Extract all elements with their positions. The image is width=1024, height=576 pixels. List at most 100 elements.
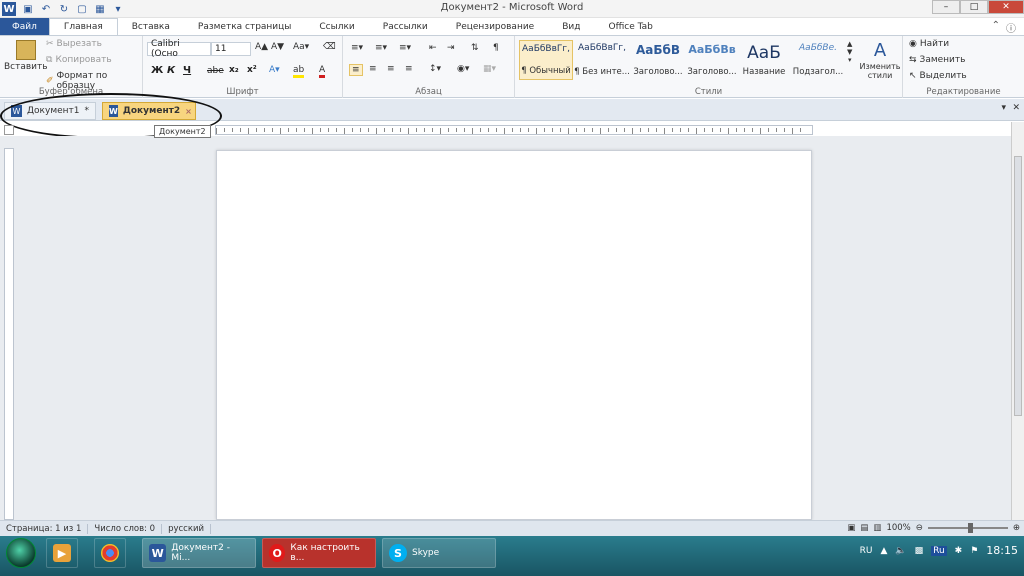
close-doc-icon[interactable]: ✕ xyxy=(1012,103,1020,113)
copy-icon: ⧉ xyxy=(46,55,53,65)
font-size-combo[interactable]: 11 xyxy=(211,42,251,56)
style-heading1[interactable]: АаБбВ Заголово... xyxy=(631,40,685,80)
tab-view[interactable]: Вид xyxy=(548,18,594,35)
bullets-button[interactable]: ≡▾ xyxy=(351,43,363,53)
taskbar-media-player[interactable]: ▶ xyxy=(46,538,78,568)
zoom-slider-knob[interactable] xyxy=(967,523,973,533)
view-reading-icon[interactable]: ▤ xyxy=(860,523,868,533)
taskbar-chrome[interactable] xyxy=(94,538,126,568)
close-tab-icon[interactable]: × xyxy=(185,107,192,116)
underline-button[interactable]: Ч xyxy=(183,65,191,76)
show-marks-button[interactable]: ¶ xyxy=(493,43,499,53)
multilevel-list-button[interactable]: ≡▾ xyxy=(399,43,411,53)
change-styles-button[interactable]: A Изменить стили xyxy=(859,40,901,80)
cut-button[interactable]: ✂ Вырезать xyxy=(46,39,102,49)
maximize-icon[interactable]: □ xyxy=(960,0,988,14)
tab-mailings[interactable]: Рассылки xyxy=(369,18,442,35)
align-left-button[interactable]: ≡ xyxy=(349,64,363,76)
select-button[interactable]: ↖ Выделить xyxy=(909,71,967,81)
zoom-level[interactable]: 100% xyxy=(886,523,910,533)
view-print-layout-icon[interactable]: ▣ xyxy=(847,523,855,533)
keyboard-layout-icon[interactable]: Ru xyxy=(931,545,947,556)
vertical-scrollbar[interactable] xyxy=(1011,122,1024,520)
zoom-out-icon[interactable]: ⊖ xyxy=(916,523,923,533)
help-icon[interactable]: ⓘ xyxy=(1006,20,1016,35)
italic-button[interactable]: К xyxy=(167,65,175,76)
taskbar-skype[interactable]: S Skype xyxy=(382,538,496,568)
page-count[interactable]: Страница: 1 из 1 xyxy=(0,523,89,534)
taskbar-word[interactable]: W Документ2 - Mi... xyxy=(142,538,256,568)
clock[interactable]: 18:15 xyxy=(986,544,1018,557)
network-icon[interactable]: ▩ xyxy=(915,546,924,556)
text-effects-button[interactable]: A▾ xyxy=(269,65,280,75)
flag-icon[interactable]: ⚑ xyxy=(970,546,978,556)
tab-review[interactable]: Рецензирование xyxy=(442,18,548,35)
line-spacing-button[interactable]: ↕▾ xyxy=(429,64,441,74)
align-right-button[interactable]: ≡ xyxy=(387,64,395,74)
doc-tab-document2[interactable]: W Документ2 × xyxy=(102,102,196,120)
volume-icon[interactable]: 🔈 xyxy=(895,546,906,556)
zoom-in-icon[interactable]: ⊕ xyxy=(1013,523,1020,533)
view-web-icon[interactable]: ▥ xyxy=(873,523,881,533)
numbering-button[interactable]: ≡▾ xyxy=(375,43,387,53)
vertical-ruler[interactable] xyxy=(4,148,14,520)
bold-button[interactable]: Ж xyxy=(151,65,163,76)
close-icon[interactable]: ✕ xyxy=(988,0,1024,14)
tab-list-icon[interactable]: ▾ xyxy=(1001,103,1006,113)
bluetooth-icon[interactable]: ✱ xyxy=(955,546,963,556)
taskbar-opera[interactable]: O Как настроить в... xyxy=(262,538,376,568)
decrease-indent-button[interactable]: ⇤ xyxy=(429,43,437,53)
tab-file[interactable]: Файл xyxy=(0,18,49,35)
subscript-button[interactable]: x₂ xyxy=(229,65,239,75)
highlight-button[interactable]: ab xyxy=(293,65,305,78)
find-button[interactable]: ◉ Найти xyxy=(909,39,949,49)
copy-button[interactable]: ⧉ Копировать xyxy=(46,55,112,65)
justify-button[interactable]: ≡ xyxy=(405,64,413,74)
strikethrough-button[interactable]: abe xyxy=(207,66,224,76)
tab-selector[interactable] xyxy=(4,125,14,135)
align-center-button[interactable]: ≡ xyxy=(369,64,377,74)
tab-office-tab[interactable]: Office Tab xyxy=(594,18,666,35)
increase-indent-button[interactable]: ⇥ xyxy=(447,43,455,53)
horizontal-ruler[interactable] xyxy=(215,125,813,135)
word-count[interactable]: Число слов: 0 xyxy=(88,523,163,534)
style-subtitle[interactable]: АаБбВе. Подзагол... xyxy=(791,40,845,80)
ruler-tick xyxy=(504,128,505,134)
minimize-icon[interactable]: – xyxy=(932,0,960,14)
styles-scroll[interactable]: ▲ ▼ ▾ xyxy=(847,40,852,64)
document-page[interactable] xyxy=(216,150,812,520)
style-title[interactable]: АаБ Название xyxy=(737,40,791,80)
zoom-slider[interactable] xyxy=(927,523,1008,533)
style-no-spacing[interactable]: АаБбВвГг, ¶ Без инте... xyxy=(574,40,630,80)
scrollbar-thumb[interactable] xyxy=(1014,156,1022,416)
clear-formatting-button[interactable]: ⌫ xyxy=(323,42,336,52)
input-language[interactable]: RU xyxy=(860,546,873,556)
tab-home[interactable]: Главная xyxy=(48,18,118,35)
replace-button[interactable]: ⇆ Заменить xyxy=(909,55,965,65)
superscript-button[interactable]: x² xyxy=(247,65,257,75)
paste-button[interactable]: Вставить xyxy=(4,40,48,72)
style-heading2[interactable]: АаБбВв Заголово... xyxy=(685,40,739,80)
shading-button[interactable]: ◉▾ xyxy=(457,64,469,74)
sort-button[interactable]: ⇅ xyxy=(471,43,479,53)
ruler-tick xyxy=(480,128,481,132)
borders-icon: ▦▾ xyxy=(483,64,497,74)
tab-insert[interactable]: Вставка xyxy=(118,18,184,35)
tab-page-layout[interactable]: Разметка страницы xyxy=(184,18,306,35)
borders-button[interactable]: ▦▾ xyxy=(483,64,496,74)
grow-font-button[interactable]: A▲ xyxy=(255,42,268,52)
tray-arrow-icon[interactable]: ▲ xyxy=(880,546,887,556)
ruler-tick xyxy=(376,128,377,134)
language-indicator[interactable]: русский xyxy=(162,523,212,534)
tab-references[interactable]: Ссылки xyxy=(305,18,368,35)
font-name-combo[interactable]: Calibri (Осно xyxy=(147,39,211,59)
change-case-button[interactable]: Aa▾ xyxy=(293,42,309,52)
font-color-button[interactable]: A xyxy=(319,65,326,78)
start-button[interactable] xyxy=(6,538,36,568)
ruler-tick xyxy=(712,128,713,132)
minimize-ribbon-icon[interactable]: ⌃ xyxy=(992,20,1000,35)
style-normal[interactable]: АаБбВвГг, ¶ Обычный xyxy=(519,40,573,80)
shrink-font-button[interactable]: A▼ xyxy=(271,42,284,52)
ruler-tick xyxy=(688,128,689,132)
doc-tab-document1[interactable]: W Документ1 * xyxy=(4,102,96,120)
